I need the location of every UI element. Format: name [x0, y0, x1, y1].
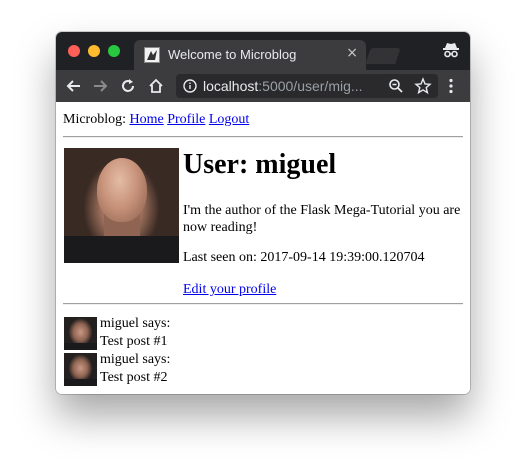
post-item: miguel says: Test post #1	[64, 316, 364, 350]
window-maximize-button[interactable]	[108, 45, 120, 57]
post-author: miguel says:	[100, 352, 171, 367]
url-host: localhost	[203, 78, 259, 94]
home-icon[interactable]	[146, 76, 166, 96]
post-body: Test post #1	[100, 334, 168, 349]
browser-window: Welcome to Microblog × localhost:5000/us…	[56, 32, 470, 394]
tab-close-icon[interactable]: ×	[346, 45, 358, 61]
divider	[63, 136, 463, 138]
star-icon[interactable]	[414, 77, 432, 100]
post-avatar	[64, 317, 97, 350]
menu-icon[interactable]	[448, 78, 454, 99]
post-avatar	[64, 353, 97, 386]
tab-bar: Welcome to Microblog ×	[56, 32, 470, 70]
window-minimize-button[interactable]	[88, 45, 100, 57]
post-body: Test post #2	[100, 370, 168, 385]
avatar	[64, 148, 179, 263]
reload-icon[interactable]	[118, 76, 138, 96]
divider	[63, 303, 463, 305]
url-path: :5000/user/mig...	[258, 78, 363, 94]
page-content: Microblog: Home Profile Logout User: mig…	[56, 102, 470, 394]
post-author: miguel says:	[100, 316, 171, 331]
favicon-icon	[144, 47, 160, 63]
about-me-text: I'm the author of the Flask Mega-Tutoria…	[183, 203, 461, 235]
tab-microblog[interactable]: Welcome to Microblog ×	[134, 40, 366, 70]
tab-title: Welcome to Microblog	[168, 47, 297, 62]
post-item: miguel says: Test post #2	[64, 352, 364, 386]
top-navigation: Microblog: Home Profile Logout	[63, 112, 249, 128]
page-title: User: miguel	[183, 149, 337, 180]
url-text[interactable]: localhost:5000/user/mig...	[203, 78, 379, 94]
nav-link-profile[interactable]: Profile	[167, 112, 205, 127]
zoom-icon[interactable]	[388, 78, 404, 99]
address-bar[interactable]: localhost:5000/user/mig...	[176, 74, 438, 98]
nav-link-home[interactable]: Home	[130, 112, 164, 127]
info-icon[interactable]	[183, 79, 197, 98]
back-icon[interactable]	[64, 76, 84, 96]
new-tab-button[interactable]	[365, 48, 401, 64]
edit-profile-link[interactable]: Edit your profile	[183, 282, 276, 298]
incognito-icon	[442, 41, 460, 64]
browser-toolbar: localhost:5000/user/mig...	[56, 70, 470, 102]
window-close-button[interactable]	[68, 45, 80, 57]
last-seen-text: Last seen on: 2017-09-14 19:39:00.120704	[183, 250, 425, 265]
nav-link-logout[interactable]: Logout	[209, 112, 249, 127]
avatar-shirt	[64, 236, 179, 263]
brand-label: Microblog:	[63, 112, 126, 127]
avatar-head	[97, 158, 147, 222]
forward-icon[interactable]	[90, 76, 110, 96]
